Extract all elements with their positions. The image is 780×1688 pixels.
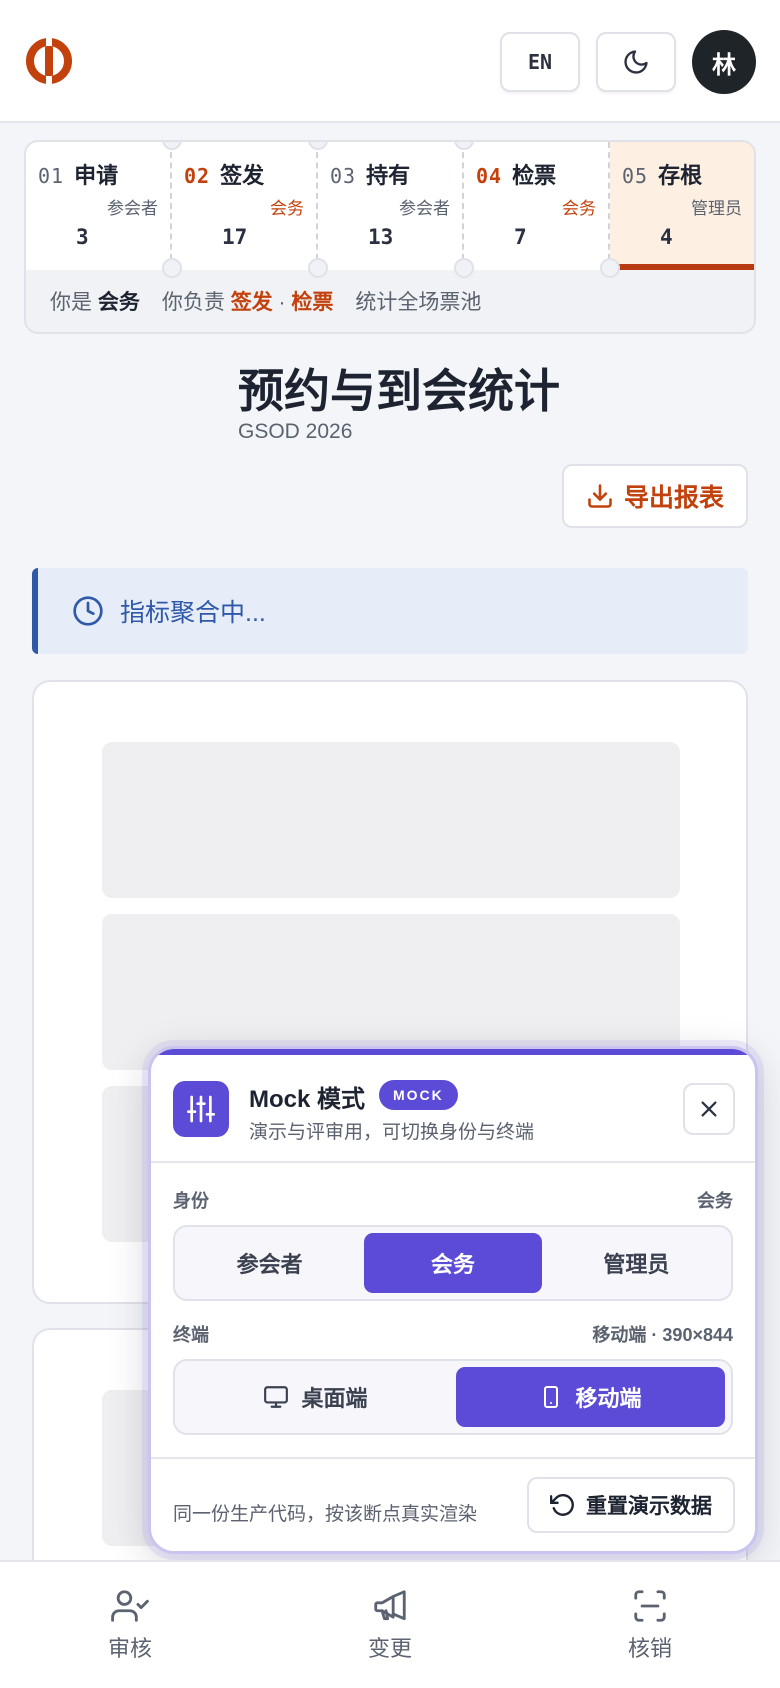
app-header: EN 林 bbox=[0, 0, 780, 123]
mock-note: 同一份生产代码，按该断点真实渲染 bbox=[173, 1504, 478, 1525]
nav-label: 变更 bbox=[367, 1636, 412, 1661]
responsible-step-b: 检票 bbox=[291, 291, 334, 314]
step-number: 05 bbox=[622, 164, 649, 188]
language-toggle-button[interactable]: EN bbox=[500, 32, 580, 92]
loading-banner: 指标聚合中... bbox=[32, 568, 748, 654]
download-icon bbox=[588, 484, 612, 508]
page-title: 预约与到会统计 bbox=[238, 365, 560, 417]
export-label: 导出报表 bbox=[623, 484, 724, 512]
mock-accent-bar bbox=[151, 1049, 755, 1055]
ticket-step-stub[interactable]: 05 存根 管理员 4 bbox=[610, 142, 754, 270]
nav-item-redeem[interactable]: 核销 bbox=[520, 1562, 780, 1688]
monitor-icon bbox=[264, 1386, 289, 1408]
step-role: 参会者 bbox=[107, 199, 158, 218]
ticket-lifecycle-stepper: 01 申请 参会者 3 02 签发 会务 17 03 持有 参会者 13 04 检票 会… bbox=[24, 140, 756, 334]
step-role: 管理员 bbox=[691, 199, 742, 218]
user-check-icon bbox=[111, 1590, 149, 1622]
terminal-desktop-label: 桌面端 bbox=[301, 1386, 368, 1411]
ticket-step-hold[interactable]: 03 持有 参会者 13 bbox=[318, 142, 464, 270]
skeleton-block bbox=[102, 742, 680, 898]
bottom-navigation: 审核 变更 核销 bbox=[0, 1560, 780, 1688]
terminal-selector: 桌面端 移动端 bbox=[173, 1359, 733, 1435]
nav-label: 审核 bbox=[107, 1636, 152, 1661]
step-number: 02 bbox=[184, 164, 211, 188]
terminal-option-mobile[interactable]: 移动端 bbox=[456, 1367, 725, 1427]
megaphone-icon bbox=[374, 1590, 406, 1621]
step-number: 03 bbox=[330, 164, 357, 188]
scope-text: 统计全场票池 bbox=[355, 291, 482, 314]
smartphone-icon bbox=[544, 1386, 559, 1408]
separator-dot: · bbox=[278, 291, 286, 314]
step-count: 13 bbox=[368, 225, 394, 249]
moon-icon bbox=[624, 50, 648, 74]
close-icon bbox=[701, 1101, 717, 1117]
theme-toggle-button[interactable] bbox=[596, 32, 676, 92]
identity-option-attendee[interactable]: 参会者 bbox=[181, 1233, 358, 1293]
identity-value: 会务 bbox=[697, 1191, 733, 1211]
role-summary: 你是 会务 你负责 签发 · 检票 统计全场票池 bbox=[50, 286, 481, 316]
you-are-prefix: 你是 bbox=[50, 291, 92, 314]
sliders-icon bbox=[173, 1081, 229, 1137]
responsible-step-a: 签发 bbox=[230, 291, 273, 314]
you-are-role: 会务 bbox=[97, 291, 140, 314]
ticket-notch bbox=[600, 258, 620, 278]
terminal-option-desktop[interactable]: 桌面端 bbox=[181, 1367, 450, 1427]
nav-item-review[interactable]: 审核 bbox=[0, 1562, 260, 1688]
identity-option-staff[interactable]: 会务 bbox=[364, 1233, 542, 1293]
clock-icon bbox=[73, 596, 103, 626]
step-name: 持有 bbox=[366, 163, 411, 188]
ticket-notch bbox=[162, 258, 182, 278]
identity-selector: 参会者 会务 管理员 bbox=[173, 1225, 733, 1301]
step-role: 参会者 bbox=[399, 199, 450, 218]
ticket-notch bbox=[308, 258, 328, 278]
user-avatar[interactable]: 林 bbox=[692, 30, 756, 94]
step-number: 04 bbox=[476, 164, 503, 188]
rotate-ccw-icon bbox=[550, 1494, 574, 1516]
step-count: 4 bbox=[660, 225, 673, 249]
terminal-label: 终端 bbox=[173, 1325, 209, 1345]
brand-logo-icon[interactable] bbox=[26, 38, 72, 84]
step-role: 会务 bbox=[270, 199, 304, 218]
reset-demo-data-button[interactable]: 重置演示数据 bbox=[527, 1477, 735, 1533]
mock-close-button[interactable] bbox=[683, 1083, 735, 1135]
nav-label: 核销 bbox=[627, 1636, 672, 1661]
mock-title: Mock 模式 bbox=[249, 1086, 366, 1113]
step-name: 存根 bbox=[658, 163, 703, 188]
page-subtitle: GSOD 2026 bbox=[238, 420, 353, 443]
responsible-prefix: 你负责 bbox=[161, 291, 225, 314]
reset-label: 重置演示数据 bbox=[586, 1495, 712, 1518]
ticket-step-issue[interactable]: 02 签发 会务 17 bbox=[172, 142, 318, 270]
mock-subtitle: 演示与评审用，可切换身份与终端 bbox=[249, 1122, 535, 1143]
terminal-mobile-label: 移动端 bbox=[575, 1386, 642, 1411]
step-name: 检票 bbox=[512, 163, 557, 188]
step-count: 3 bbox=[76, 225, 89, 249]
step-name: 申请 bbox=[74, 163, 119, 188]
step-name: 签发 bbox=[220, 163, 265, 188]
identity-option-admin[interactable]: 管理员 bbox=[548, 1233, 725, 1293]
banner-text: 指标聚合中... bbox=[120, 599, 266, 627]
terminal-value: 移动端 · 390×844 bbox=[592, 1325, 733, 1345]
export-report-button[interactable]: 导出报表 bbox=[562, 464, 748, 528]
divider bbox=[151, 1457, 755, 1459]
nav-item-changes[interactable]: 变更 bbox=[260, 1562, 520, 1688]
ticket-notch bbox=[454, 258, 474, 278]
step-number: 01 bbox=[38, 164, 65, 188]
ticket-step-check[interactable]: 04 检票 会务 7 bbox=[464, 142, 610, 270]
step-role: 会务 bbox=[562, 199, 596, 218]
step-count: 17 bbox=[222, 225, 248, 249]
scan-icon bbox=[634, 1590, 666, 1622]
divider bbox=[151, 1161, 755, 1163]
mock-mode-panel: Mock 模式 MOCK 演示与评审用，可切换身份与终端 身份 会务 参会者 会… bbox=[148, 1046, 758, 1554]
ticket-step-apply[interactable]: 01 申请 参会者 3 bbox=[26, 142, 172, 270]
identity-label: 身份 bbox=[173, 1191, 209, 1211]
mock-badge: MOCK bbox=[379, 1080, 458, 1110]
step-count: 7 bbox=[514, 225, 527, 249]
